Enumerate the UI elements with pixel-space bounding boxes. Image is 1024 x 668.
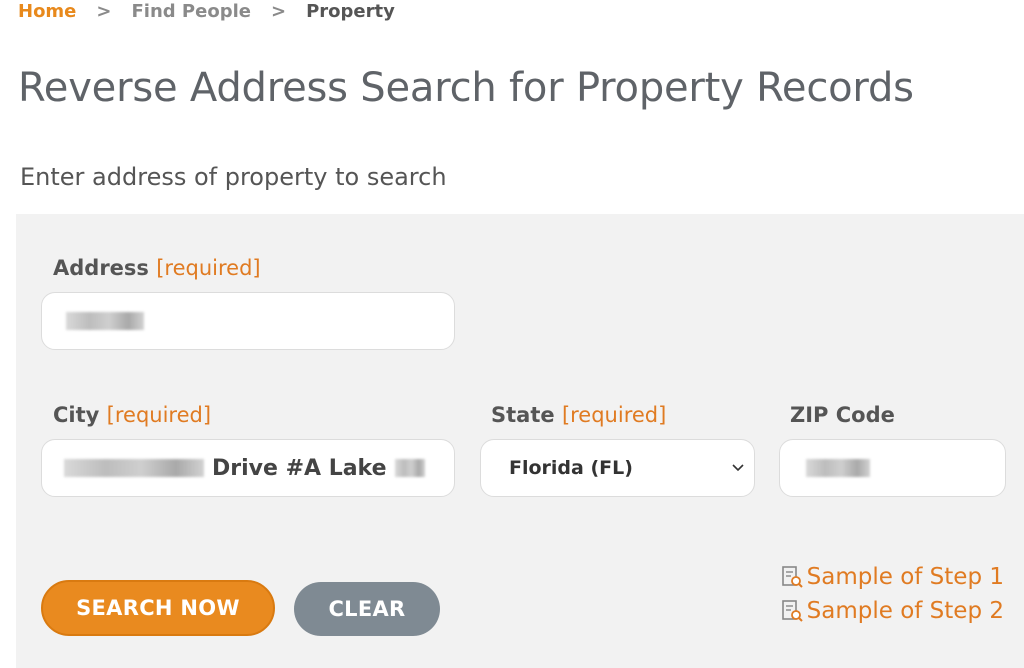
city-label-text: City: [53, 403, 100, 427]
search-form-panel: Address [required] City [required] Drive…: [16, 214, 1024, 668]
state-required-tag: [required]: [561, 403, 667, 427]
address-redacted-value: [66, 312, 144, 330]
breadcrumb-separator: >: [270, 1, 287, 22]
document-search-icon: [781, 566, 803, 588]
sample-step-1-link[interactable]: Sample of Step 1: [781, 564, 1004, 590]
zip-label-text: ZIP Code: [790, 403, 895, 427]
zip-input[interactable]: [779, 439, 1006, 497]
sample-step-1-label: Sample of Step 1: [806, 564, 1004, 590]
zip-redacted-value: [806, 459, 870, 477]
city-redacted-prefix: [64, 459, 204, 477]
city-required-tag: [required]: [106, 403, 212, 427]
breadcrumb-home-link[interactable]: Home: [18, 0, 76, 24]
address-label-text: Address: [53, 256, 149, 280]
city-redacted-suffix: [394, 459, 425, 477]
form-instructions: Enter address of property to search: [20, 163, 447, 191]
city-input[interactable]: Drive #A Lake: [41, 439, 455, 497]
state-selected-value: Florida (FL): [509, 457, 633, 479]
sample-step-2-label: Sample of Step 2: [806, 598, 1004, 624]
document-search-icon: [781, 600, 803, 622]
city-label: City [required]: [53, 401, 211, 429]
state-label-text: State: [491, 403, 555, 427]
state-select[interactable]: Florida (FL): [480, 439, 755, 497]
breadcrumb: Home > Find People > Property: [18, 0, 395, 24]
search-now-button[interactable]: SEARCH NOW: [41, 580, 275, 636]
state-label: State [required]: [491, 401, 666, 429]
sample-step-2-link[interactable]: Sample of Step 2: [781, 598, 1004, 624]
breadcrumb-current: Property: [306, 1, 395, 22]
zip-label: ZIP Code: [790, 401, 895, 429]
chevron-down-icon: [732, 464, 744, 472]
city-value-text: Drive #A Lake: [212, 455, 387, 481]
address-label: Address [required]: [53, 254, 261, 282]
address-required-tag: [required]: [156, 256, 261, 280]
breadcrumb-find-people-link[interactable]: Find People: [132, 0, 251, 24]
breadcrumb-separator: >: [96, 1, 112, 22]
page-title: Reverse Address Search for Property Reco…: [18, 65, 914, 111]
address-input[interactable]: [41, 292, 455, 350]
clear-button[interactable]: CLEAR: [294, 582, 440, 636]
